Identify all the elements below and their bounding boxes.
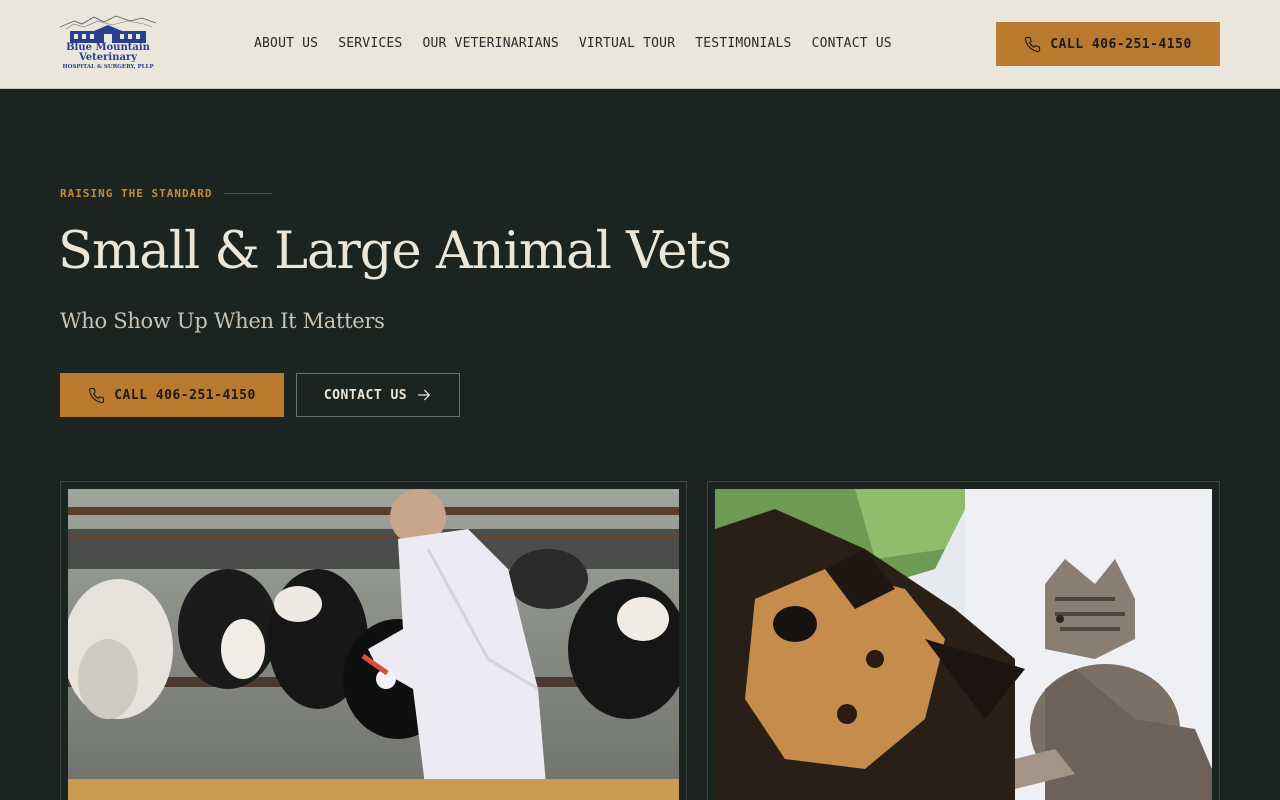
site-header: Blue Mountain Veterinary HOSPITAL & SURG… <box>0 0 1280 89</box>
header-call-button[interactable]: CALL 406-251-4150 <box>996 22 1220 66</box>
nav-item-virtual-tour[interactable]: VIRTUAL TOUR <box>579 36 675 52</box>
phone-icon <box>1025 36 1041 52</box>
hero-call-button[interactable]: CALL 406-251-4150 <box>60 373 284 417</box>
hero-call-button-label: CALL 406-251-4150 <box>114 387 256 403</box>
hero-eyebrow-text: RAISING THE STANDARD <box>60 187 213 200</box>
main-nav: ABOUT US SERVICES OUR VETERINARIANS VIRT… <box>254 36 892 52</box>
vet-with-cattle-photo <box>68 489 679 800</box>
nav-item-about-us[interactable]: ABOUT US <box>254 36 318 52</box>
nav-item-contact-us[interactable]: CONTACT US <box>812 36 892 52</box>
dog-and-kitten-photo <box>715 489 1212 800</box>
arrow-right-icon <box>418 389 431 401</box>
hero-eyebrow: RAISING THE STANDARD <box>60 187 273 200</box>
vet-with-cattle-illustration <box>68 489 679 800</box>
image-card-pets <box>707 481 1220 800</box>
nav-item-our-veterinarians[interactable]: OUR VETERINARIANS <box>422 36 558 52</box>
hero-subtitle: Who Show Up When It Matters <box>60 309 385 333</box>
hero-contact-button-label: CONTACT US <box>323 387 408 403</box>
logo-name-line2: Veterinary <box>78 52 138 63</box>
image-card-cattle <box>60 481 687 800</box>
dog-and-kitten-illustration <box>715 489 1212 800</box>
logo[interactable]: Blue Mountain Veterinary HOSPITAL & SURG… <box>60 15 156 73</box>
nav-item-services[interactable]: SERVICES <box>338 36 402 52</box>
logo-name-line3: HOSPITAL & SURGERY, PLLP <box>62 64 154 70</box>
mountain-logo-icon <box>60 15 156 43</box>
header-call-button-label: CALL 406-251-4150 <box>1050 36 1192 52</box>
hero-title: Small & Large Animal Vets <box>58 222 732 281</box>
hero-contact-button[interactable]: CONTACT US <box>296 373 460 417</box>
phone-icon <box>89 387 105 403</box>
eyebrow-divider <box>224 193 273 194</box>
nav-item-testimonials[interactable]: TESTIMONIALS <box>695 36 791 52</box>
